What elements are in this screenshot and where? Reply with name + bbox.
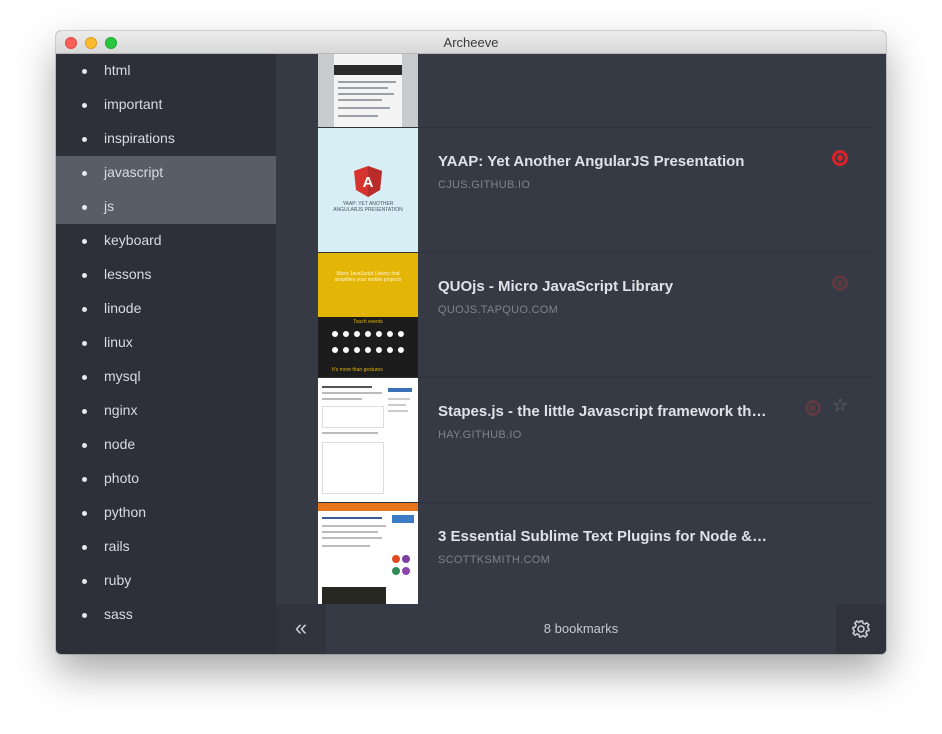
bookmark-title[interactable]: QUOjs - Micro JavaScript Library [438,278,768,295]
bullet-icon [82,307,87,312]
bullet-icon [82,511,87,516]
tag-label: important [104,96,163,112]
sidebar-tag-javascript[interactable]: javascript [56,156,276,190]
bullet-icon [82,273,87,278]
sidebar-tag-sass[interactable]: sass [56,598,276,632]
bookmark-list: A YAAP: YET ANOTHER ANGULARJS PRESENTATI… [276,54,886,604]
svg-text:A: A [363,174,374,191]
sidebar-tag-lessons[interactable]: lessons [56,258,276,292]
bookmark-thumbnail [318,54,418,127]
bullet-icon [82,137,87,142]
bullet-icon [82,171,87,176]
sidebar-tag-html[interactable]: html [56,54,276,88]
tag-label: inspirations [104,130,175,146]
title-bar: Archeeve [56,31,886,54]
tag-label: python [104,504,147,520]
bullet-icon [82,477,87,482]
flag-dot-icon[interactable] [832,150,848,166]
settings-button[interactable] [836,604,886,654]
bullet-icon [82,443,87,448]
thumbnail-heading: Micro JavaScript Library that simplifies… [334,271,402,283]
bullet-icon [82,409,87,414]
tag-label: node [104,436,136,452]
tag-sidebar: html important inspirations javascript j… [56,54,276,654]
tag-label: linode [104,300,142,316]
tag-label: nginx [104,402,138,418]
tag-label: photo [104,470,140,486]
tag-label: javascript [104,164,164,180]
bookmark-domain: QUOJS.TAPQUO.COM [438,304,559,316]
sidebar-tag-node[interactable]: node [56,428,276,462]
bookmark-item[interactable]: Micro JavaScript Library that simplifies… [318,253,872,378]
bookmark-item[interactable]: A YAAP: YET ANOTHER ANGULARJS PRESENTATI… [318,128,872,253]
tag-label: mysql [104,368,141,384]
sidebar-tag-inspirations[interactable]: inspirations [56,122,276,156]
sidebar-tag-linode[interactable]: linode [56,292,276,326]
sidebar-tag-mysql[interactable]: mysql [56,360,276,394]
double-chevron-left-icon: « [294,615,308,640]
bookmark-item-partial[interactable] [318,54,872,128]
sidebar-tag-nginx[interactable]: nginx [56,394,276,428]
bookmark-thumbnail: A YAAP: YET ANOTHER ANGULARJS PRESENTATI… [318,128,418,252]
tag-label: js [104,198,115,214]
bullet-icon [82,545,87,550]
collapse-sidebar-button[interactable]: « [276,604,326,654]
tag-label: sass [104,606,133,622]
sidebar-tag-js[interactable]: js [56,190,276,224]
bullet-icon [82,205,87,210]
bookmark-title[interactable]: 3 Essential Sublime Text Plugins for Nod… [438,528,768,545]
bullet-icon [82,239,87,244]
tag-label: keyboard [104,232,162,248]
sidebar-tag-important[interactable]: important [56,88,276,122]
bookmark-count: 8 bookmarks [543,621,619,636]
flag-dot-icon[interactable] [832,275,848,291]
bookmark-thumbnail [318,378,418,502]
tag-label: rails [104,538,130,554]
tag-label: linux [104,334,133,350]
sidebar-tag-photo[interactable]: photo [56,462,276,496]
footer-bar: 8 bookmarks [326,604,886,654]
bullet-icon [82,341,87,346]
bullet-icon [82,375,87,380]
app-window: Archeeve html important inspirations jav… [56,31,886,654]
tag-label: ruby [104,572,132,588]
sidebar-tag-rails[interactable]: rails [56,530,276,564]
window-title: Archeeve [443,35,499,50]
bookmark-item[interactable]: 3 Essential Sublime Text Plugins for Nod… [318,503,872,604]
bookmark-item[interactable]: Stapes.js - the little Javascript framew… [318,378,872,503]
bookmark-title[interactable]: Stapes.js - the little Javascript framew… [438,403,768,420]
bookmark-domain: SCOTTKSMITH.COM [438,554,551,566]
bullet-icon [82,103,87,108]
sidebar-tag-python[interactable]: python [56,496,276,530]
bookmark-domain: CJUS.GITHUB.IO [438,179,531,191]
thumbnail-caption: YAAP: YET ANOTHER ANGULARJS PRESENTATION [333,201,403,213]
tag-label: lessons [104,266,152,282]
bullet-icon [82,613,87,618]
star-icon[interactable]: ☆ [832,395,848,416]
sidebar-tag-linux[interactable]: linux [56,326,276,360]
gear-icon [852,620,870,638]
bullet-icon [82,69,87,74]
flag-dot-icon[interactable] [805,400,821,416]
bookmark-thumbnail: Micro JavaScript Library that simplifies… [318,253,418,377]
bookmark-thumbnail [318,503,418,604]
angularjs-logo-icon: A [354,166,382,197]
bookmark-domain: HAY.GITHUB.IO [438,429,522,441]
bookmark-title[interactable]: YAAP: Yet Another AngularJS Presentation [438,153,768,170]
tag-label: html [104,62,131,78]
sidebar-tag-ruby[interactable]: ruby [56,564,276,598]
thumbnail-subheading: Touch events [353,319,383,325]
bullet-icon [82,579,87,584]
thumbnail-footer: It's more than gestures [332,367,383,373]
sidebar-tag-keyboard[interactable]: keyboard [56,224,276,258]
